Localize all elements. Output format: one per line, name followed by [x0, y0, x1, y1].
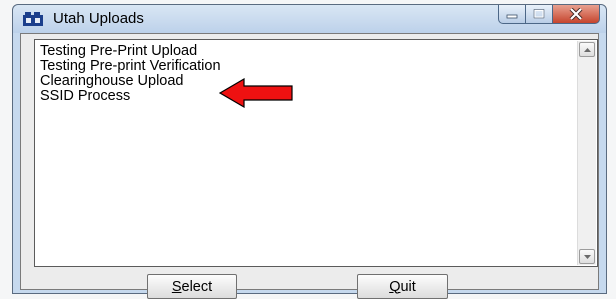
list-item-clearinghouse-upload[interactable]: Clearinghouse Upload	[40, 74, 184, 89]
list-item-testing-pre-print-upload[interactable]: Testing Pre-Print Upload	[40, 44, 197, 59]
select-button-mnemonic: S	[171, 278, 182, 295]
scroll-down-arrow-icon	[583, 254, 591, 259]
select-button-label: elect	[181, 278, 213, 295]
utah-uploads-window: Utah Uploads Testing Pre-Print Upload Te…	[12, 4, 607, 299]
close-icon	[569, 8, 583, 20]
list-item-ssid-process[interactable]: SSID Process	[40, 89, 130, 104]
maximize-button[interactable]	[526, 5, 553, 24]
close-button[interactable]	[553, 5, 600, 24]
quit-button[interactable]: Quit	[357, 274, 448, 299]
scroll-down-button[interactable]	[579, 249, 595, 264]
quit-button-label: uit	[400, 278, 416, 295]
select-button[interactable]: Select	[147, 274, 237, 299]
scroll-up-arrow-icon	[583, 47, 591, 52]
vertical-scrollbar[interactable]	[577, 41, 596, 265]
app-window-icon	[23, 12, 43, 26]
red-arrow-icon	[219, 78, 293, 108]
window-controls	[498, 5, 600, 25]
window-title: Utah Uploads	[53, 10, 144, 27]
title-bar[interactable]: Utah Uploads	[13, 5, 606, 33]
minimize-button[interactable]	[498, 5, 526, 24]
list-item-testing-pre-print-verification[interactable]: Testing Pre-print Verification	[40, 59, 221, 74]
minimize-icon	[506, 14, 518, 19]
uploads-listbox[interactable]: Testing Pre-Print Upload Testing Pre-pri…	[34, 39, 598, 267]
quit-button-mnemonic: Q	[389, 278, 401, 295]
window-client-area: Testing Pre-Print Upload Testing Pre-pri…	[20, 33, 599, 299]
scroll-up-button[interactable]	[579, 42, 595, 57]
maximize-icon	[533, 9, 545, 19]
